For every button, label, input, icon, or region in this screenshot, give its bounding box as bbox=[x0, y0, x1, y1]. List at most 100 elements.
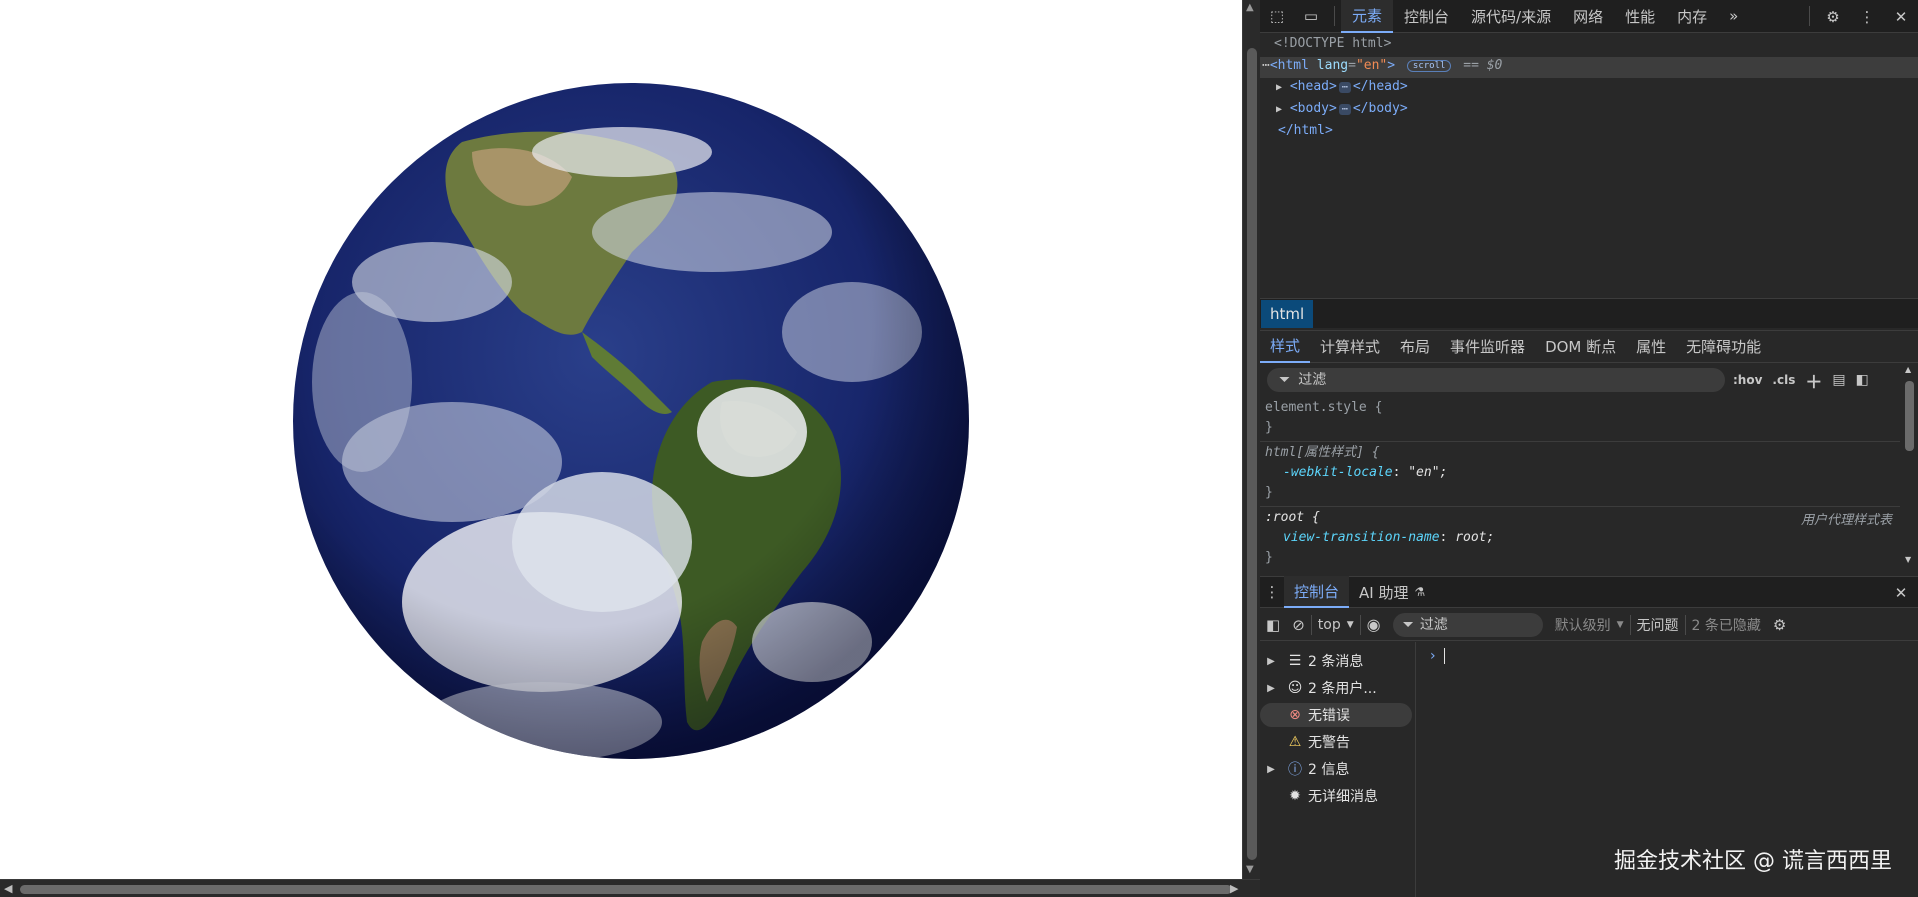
sidebar-item-warnings[interactable]: ⚠ 无警告 bbox=[1260, 730, 1412, 754]
styles-filter-row: ⏷ :hov .cls ＋ ▤ ◧ bbox=[1260, 363, 1918, 397]
sidebar-item-errors[interactable]: ⊗ 无错误 bbox=[1260, 703, 1412, 727]
breadcrumb-bar: html bbox=[1260, 298, 1918, 328]
sidebar-item-info[interactable]: ▶ ⓘ 2 信息 bbox=[1260, 757, 1412, 781]
doctype-node[interactable]: <!DOCTYPE html> bbox=[1274, 36, 1391, 51]
drawer-tab-ai-assistant[interactable]: AI 助理 ⚗ bbox=[1349, 576, 1435, 608]
toolbar-divider bbox=[1809, 6, 1810, 26]
expand-head-triangle-icon[interactable]: ▶ bbox=[1276, 82, 1282, 93]
vertical-scroll-thumb[interactable] bbox=[1247, 48, 1257, 860]
scroll-down-arrow-icon[interactable]: ▼ bbox=[1246, 864, 1254, 875]
lang-value: "en" bbox=[1355, 58, 1388, 73]
drawer-tab-console[interactable]: 控制台 bbox=[1284, 576, 1350, 608]
hover-state-toggle[interactable]: :hov bbox=[1733, 373, 1762, 387]
console-toolbar: ◧ ⊘ top ▼ ◉ ⏷ 默认级别 ▼ 无问题 2 条已隐藏 ⚙ bbox=[1260, 609, 1918, 641]
expand-body-triangle-icon[interactable]: ▶ bbox=[1276, 104, 1282, 115]
body-node[interactable]: ▶ <body> ⋯ </body> bbox=[1276, 101, 1408, 116]
ai-assistant-label: AI 助理 bbox=[1359, 583, 1409, 602]
tab-sources[interactable]: 源代码/来源 bbox=[1460, 0, 1562, 33]
scroll-up-arrow-icon[interactable]: ▲ bbox=[1246, 2, 1254, 13]
class-toggle[interactable]: .cls bbox=[1772, 373, 1795, 387]
more-tabs-icon[interactable]: » bbox=[1718, 0, 1749, 33]
close-devtools-icon[interactable]: ✕ bbox=[1884, 0, 1918, 33]
user-agent-stylesheet-label: 用户代理样式表 bbox=[1800, 513, 1892, 528]
tab-accessibility[interactable]: 无障碍功能 bbox=[1676, 330, 1771, 363]
close-drawer-icon[interactable]: ✕ bbox=[1884, 577, 1918, 609]
body-close-tag: </body> bbox=[1352, 101, 1408, 116]
device-toolbar-icon[interactable]: ▭ bbox=[1294, 0, 1328, 33]
sidebar-item-label: 2 信息 bbox=[1308, 762, 1350, 778]
styles-scrollbar[interactable]: ▲ ▼ bbox=[1900, 363, 1918, 567]
context-selector[interactable]: top ▼ bbox=[1318, 617, 1354, 633]
head-collapsed-ellipsis[interactable]: ⋯ bbox=[1338, 82, 1351, 93]
node-ellipsis-icon[interactable]: ⋯ bbox=[1262, 58, 1270, 73]
clear-console-icon[interactable]: ⊘ bbox=[1292, 616, 1305, 634]
live-expression-eye-icon[interactable]: ◉ bbox=[1367, 615, 1381, 634]
rule-selector: element.style { bbox=[1265, 400, 1383, 415]
expand-triangle-icon[interactable]: ▶ bbox=[1260, 656, 1282, 667]
more-options-icon[interactable]: ⋮ bbox=[1850, 0, 1884, 33]
tab-properties[interactable]: 属性 bbox=[1626, 330, 1676, 363]
tab-computed[interactable]: 计算样式 bbox=[1310, 330, 1390, 363]
scroll-badge[interactable]: scroll bbox=[1406, 59, 1452, 72]
scroll-right-arrow-icon[interactable]: ▶ bbox=[1230, 882, 1238, 895]
paint-brush-icon[interactable]: ▤ bbox=[1832, 372, 1845, 388]
toggle-sidebar-icon[interactable]: ◧ bbox=[1856, 372, 1869, 388]
console-input-caret[interactable] bbox=[1444, 648, 1445, 664]
console-filter-input[interactable] bbox=[1419, 616, 1530, 633]
horizontal-scroll-thumb[interactable] bbox=[20, 885, 1232, 894]
styles-filter-input[interactable] bbox=[1298, 372, 1679, 388]
style-rule-html-attributes[interactable]: html[属性样式] { -webkit-locale: "en"; } bbox=[1260, 442, 1900, 507]
style-rule-element[interactable]: element.style { } bbox=[1260, 397, 1900, 442]
tab-memory[interactable]: 内存 bbox=[1666, 0, 1718, 33]
head-node[interactable]: ▶ <head> ⋯ </head> bbox=[1276, 79, 1408, 94]
drawer-menu-icon[interactable]: ⋮ bbox=[1260, 576, 1284, 609]
info-icon: ⓘ bbox=[1288, 762, 1302, 778]
page-vertical-scrollbar[interactable]: ▲ ▼ bbox=[1242, 0, 1260, 879]
tab-event-listeners[interactable]: 事件监听器 bbox=[1440, 330, 1535, 363]
toggle-console-sidebar-icon[interactable]: ◧ bbox=[1266, 616, 1280, 634]
tab-console[interactable]: 控制台 bbox=[1393, 0, 1460, 33]
console-filter-box: ⏷ bbox=[1392, 612, 1543, 637]
sidebar-item-messages[interactable]: ▶ ☰ 2 条消息 bbox=[1260, 649, 1412, 673]
body-open-tag: <body> bbox=[1289, 101, 1337, 116]
lang-attribute: lang bbox=[1316, 58, 1349, 73]
expand-triangle-icon[interactable]: ▶ bbox=[1260, 683, 1282, 694]
tab-network[interactable]: 网络 bbox=[1562, 0, 1614, 33]
tab-styles[interactable]: 样式 bbox=[1260, 330, 1311, 363]
page-horizontal-scrollbar[interactable]: ◀ ▶ bbox=[0, 879, 1260, 897]
html-close-tag[interactable]: </html> bbox=[1278, 123, 1333, 138]
tab-elements[interactable]: 元素 bbox=[1341, 0, 1394, 33]
css-property: -webkit-locale bbox=[1283, 465, 1393, 480]
watermark-text: 掘金技术社区 @ 谎言西西里 bbox=[1614, 849, 1892, 874]
tab-layout[interactable]: 布局 bbox=[1390, 330, 1440, 363]
sidebar-item-label: 无详细消息 bbox=[1308, 789, 1378, 805]
head-open-tag: <head> bbox=[1289, 79, 1337, 94]
filter-funnel-icon: ⏷ bbox=[1279, 372, 1291, 388]
new-style-rule-icon[interactable]: ＋ bbox=[1805, 368, 1822, 393]
breadcrumb-html[interactable]: html bbox=[1261, 300, 1314, 328]
styles-scroll-thumb[interactable] bbox=[1905, 381, 1914, 451]
rule-close-brace: } bbox=[1265, 550, 1273, 565]
context-value: top bbox=[1317, 616, 1341, 633]
toolbar-divider bbox=[1359, 614, 1361, 635]
scroll-up-arrow-icon[interactable]: ▲ bbox=[1905, 365, 1911, 374]
console-settings-gear-icon[interactable]: ⚙ bbox=[1773, 616, 1786, 634]
html-node[interactable]: ⋯<html lang="en"> scroll == $0 bbox=[1262, 58, 1502, 73]
style-rule-root[interactable]: 用户代理样式表 :root { view-transition-name: ro… bbox=[1260, 507, 1900, 567]
tab-performance[interactable]: 性能 bbox=[1614, 0, 1666, 33]
issues-count[interactable]: 无问题 bbox=[1637, 615, 1679, 635]
body-collapsed-ellipsis[interactable]: ⋯ bbox=[1338, 104, 1351, 115]
settings-gear-icon[interactable]: ⚙ bbox=[1816, 0, 1850, 33]
scroll-left-arrow-icon[interactable]: ◀ bbox=[4, 882, 12, 895]
expand-triangle-icon[interactable]: ▶ bbox=[1260, 764, 1282, 775]
scroll-down-arrow-icon[interactable]: ▼ bbox=[1905, 555, 1911, 564]
sidebar-item-verbose[interactable]: ✹ 无详细消息 bbox=[1260, 784, 1412, 808]
hidden-count: 2 条已隐藏 bbox=[1691, 617, 1761, 634]
sidebar-item-user-messages[interactable]: ▶ ☺ 2 条用户... bbox=[1260, 676, 1412, 700]
rule-close-brace: } bbox=[1265, 420, 1273, 435]
tab-dom-breakpoints[interactable]: DOM 断点 bbox=[1535, 330, 1626, 363]
head-close-tag: </head> bbox=[1352, 79, 1408, 94]
log-level-selector[interactable]: 默认级别 ▼ bbox=[1555, 615, 1624, 635]
filter-funnel-icon: ⏷ bbox=[1402, 616, 1414, 633]
inspect-element-icon[interactable]: ⬚ bbox=[1260, 0, 1294, 33]
